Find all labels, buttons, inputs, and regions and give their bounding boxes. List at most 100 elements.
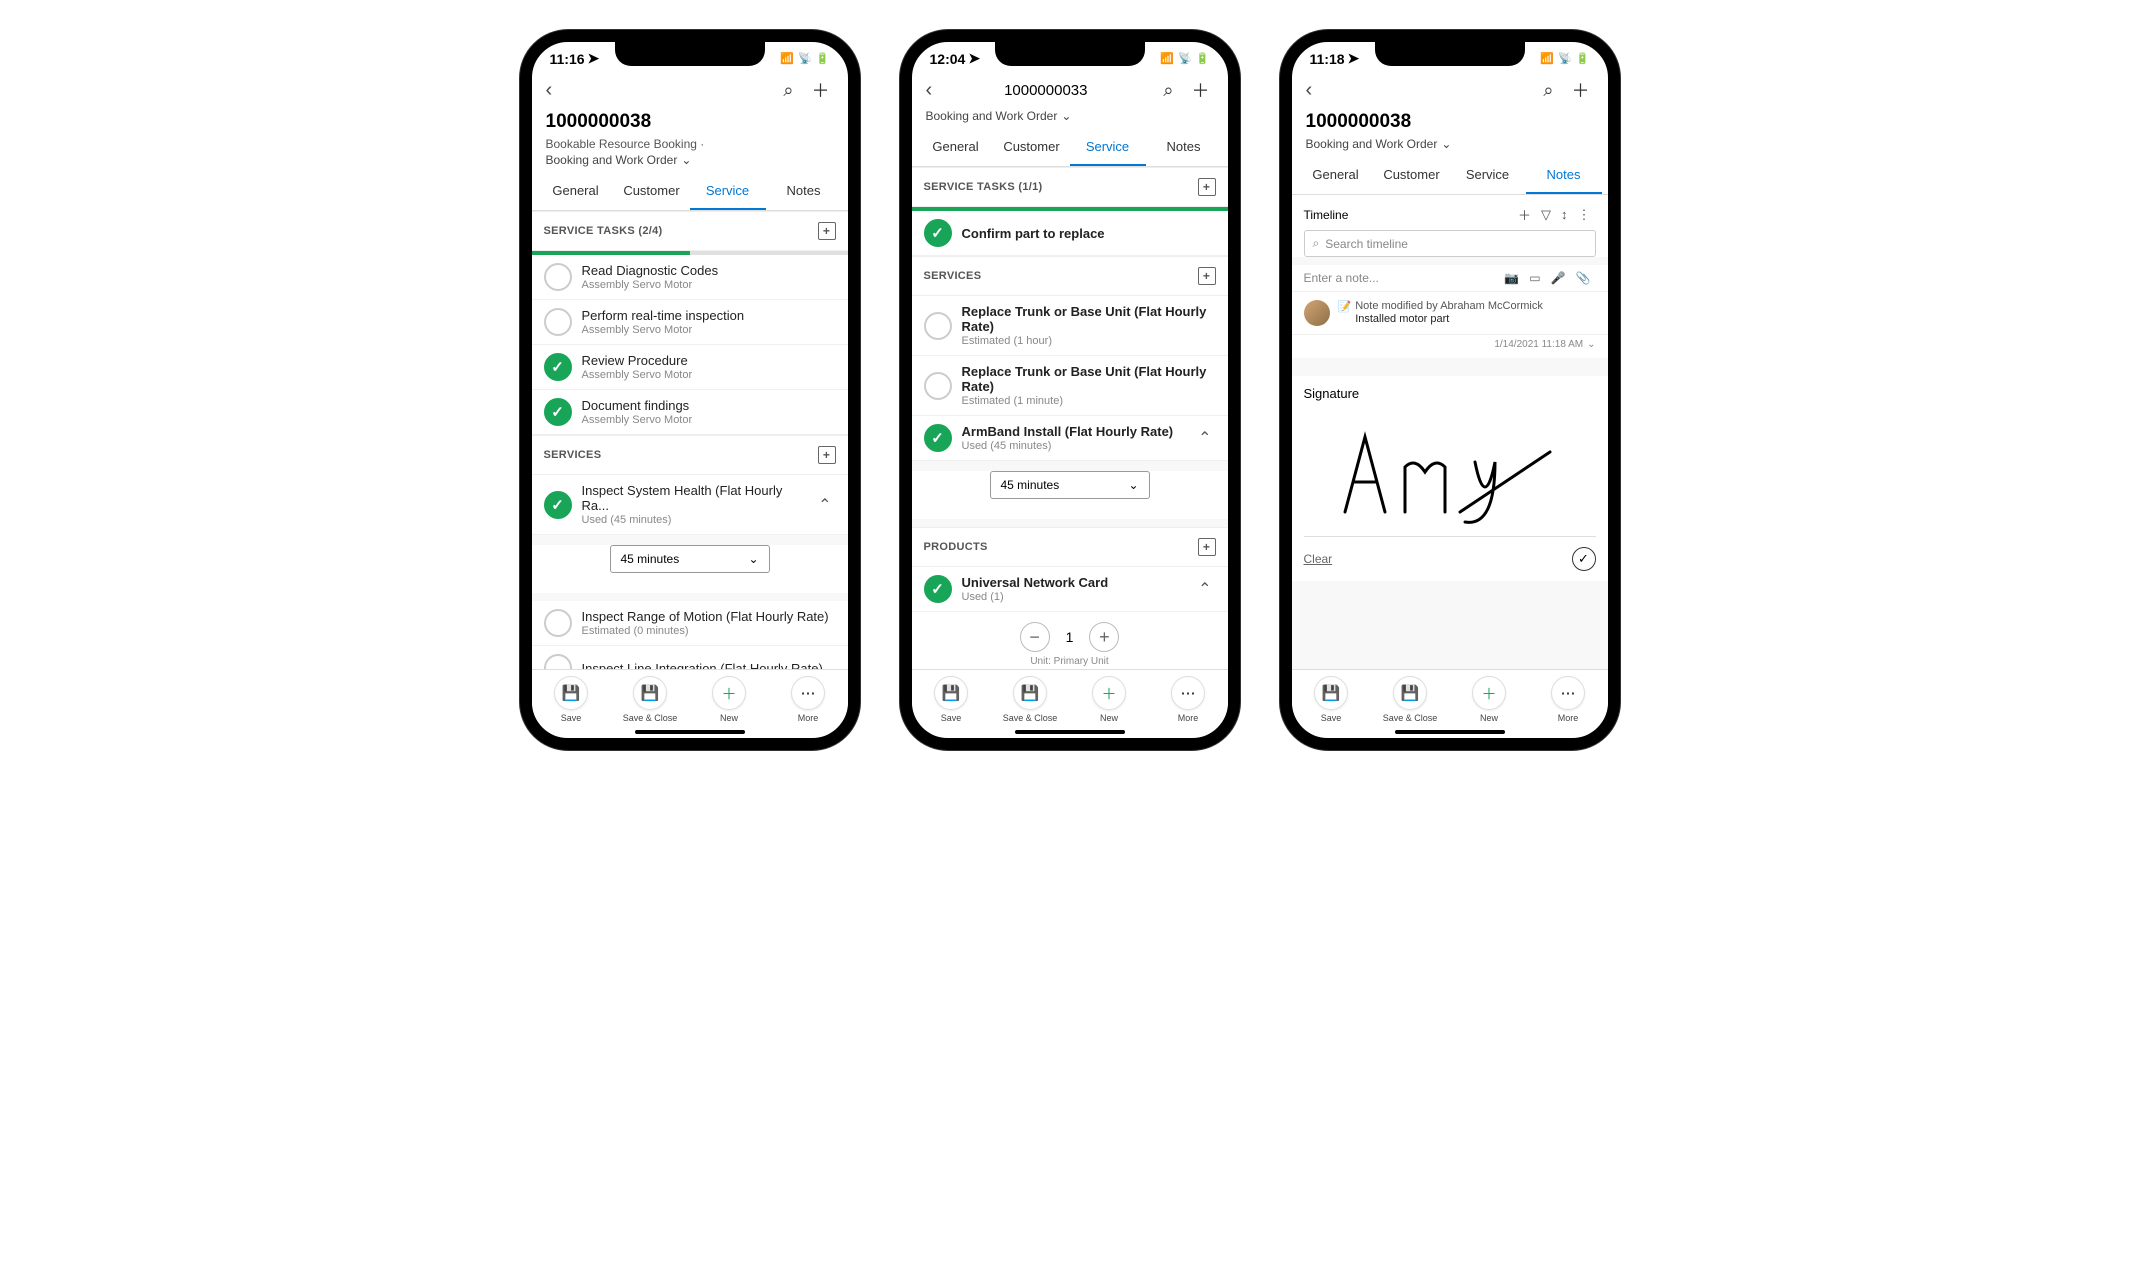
video-icon[interactable]: ▭ [1524,271,1545,285]
task-checkbox[interactable] [544,263,572,291]
add-task-button[interactable]: + [818,222,836,240]
chevron-down-icon[interactable]: ⌄ [1587,339,1595,350]
plus-icon[interactable]: ＋ [808,77,834,103]
form-dropdown[interactable]: Booking and Work Order ⌄ [532,153,848,173]
form-dropdown[interactable]: Booking and Work Order ⌄ [1292,137,1608,157]
service-row[interactable]: Inspect Line Integration (Flat Hourly Ra… [532,646,848,669]
tab-general[interactable]: General [538,173,614,210]
note-entry[interactable]: 📝 Note modified by Abraham McCormick Ins… [1292,292,1608,335]
new-button[interactable]: ＋ New [1070,676,1149,723]
service-checkbox[interactable] [924,372,952,400]
tab-service[interactable]: Service [690,173,766,210]
task-row[interactable]: Read Diagnostic Codes Assembly Servo Mot… [532,255,848,300]
plus-icon[interactable]: ＋ [1568,77,1594,103]
service-checkbox[interactable] [544,609,572,637]
tab-customer[interactable]: Customer [994,129,1070,166]
clear-signature-button[interactable]: Clear [1304,552,1333,566]
more-icon[interactable]: ⋮ [1573,207,1596,223]
tab-notes[interactable]: Notes [1146,129,1222,166]
signal-icon: 📶 [1540,52,1554,65]
add-service-button[interactable]: + [1198,267,1216,285]
task-checkbox[interactable] [544,308,572,336]
more-button[interactable]: ⋯ More [769,676,848,723]
plus-icon[interactable]: ＋ [1188,77,1214,103]
services-header: SERVICES [924,270,982,282]
task-sub: Assembly Servo Motor [582,369,836,381]
note-input[interactable]: Enter a note... 📷 ▭ 🎤 📎 [1292,265,1608,292]
timeline-add-icon[interactable]: ＋ [1513,205,1536,224]
more-button[interactable]: ⋯ More [1149,676,1228,723]
chevron-up-icon[interactable]: ⌃ [814,491,835,519]
product-row[interactable]: Universal Network Card Used (1) ⌃ [912,567,1228,612]
tab-service[interactable]: Service [1450,157,1526,194]
tab-customer[interactable]: Customer [1374,157,1450,194]
status-time: 11:16 [550,51,585,67]
new-button[interactable]: ＋ New [1450,676,1529,723]
save-button[interactable]: 💾 Save [532,676,611,723]
chevron-down-icon: ⌄ [748,552,758,566]
form-dropdown[interactable]: Booking and Work Order ⌄ [912,109,1228,129]
service-checkbox[interactable] [544,491,572,519]
confirm-signature-button[interactable]: ✓ [1572,547,1596,571]
home-indicator[interactable] [1015,730,1125,734]
save-button[interactable]: 💾 Save [912,676,991,723]
search-icon[interactable]: ⌕ [1159,80,1177,101]
unit-label: Unit: Primary Unit [912,656,1228,669]
attach-icon[interactable]: 📎 [1571,271,1596,285]
service-checkbox[interactable] [544,654,572,669]
mic-icon[interactable]: 🎤 [1546,271,1571,285]
chevron-up-icon[interactable]: ⌃ [1194,424,1215,452]
save-close-button[interactable]: 💾 Save & Close [1371,676,1450,723]
back-button[interactable]: ‹ [1306,79,1313,102]
add-product-button[interactable]: + [1198,538,1216,556]
tab-notes[interactable]: Notes [766,173,842,210]
battery-icon: 🔋 [1196,52,1210,65]
tab-notes[interactable]: Notes [1526,157,1602,194]
tab-general[interactable]: General [918,129,994,166]
service-row[interactable]: ArmBand Install (Flat Hourly Rate) Used … [912,416,1228,461]
task-checkbox[interactable] [544,398,572,426]
camera-icon[interactable]: 📷 [1499,271,1524,285]
search-icon[interactable]: ⌕ [1539,80,1557,101]
service-row[interactable]: Inspect Range of Motion (Flat Hourly Rat… [532,601,848,646]
task-checkbox[interactable] [544,353,572,381]
service-checkbox[interactable] [924,312,952,340]
search-icon[interactable]: ⌕ [779,80,797,101]
save-close-button[interactable]: 💾 Save & Close [991,676,1070,723]
duration-dropdown[interactable]: 45 minutes ⌄ [610,545,770,573]
more-button[interactable]: ⋯ More [1529,676,1608,723]
task-row[interactable]: Confirm part to replace [912,211,1228,256]
product-checkbox[interactable] [924,575,952,603]
duration-dropdown[interactable]: 45 minutes ⌄ [990,471,1150,499]
save-close-button[interactable]: 💾 Save & Close [611,676,690,723]
search-timeline-input[interactable]: ⌕ Search timeline [1304,230,1596,257]
service-checkbox[interactable] [924,424,952,452]
tab-customer[interactable]: Customer [614,173,690,210]
sort-icon[interactable]: ↕ [1556,207,1573,222]
add-service-button[interactable]: + [818,446,836,464]
tab-general[interactable]: General [1298,157,1374,194]
signature-canvas[interactable] [1304,407,1596,537]
save-button[interactable]: 💾 Save [1292,676,1371,723]
home-indicator[interactable] [635,730,745,734]
qty-plus-button[interactable]: + [1089,622,1119,652]
back-button[interactable]: ‹ [546,79,553,102]
phone-2: 12:04 ➤ 📶 📡 🔋 ‹ 1000000033 ⌕ ＋ Booking a… [900,30,1240,750]
chevron-up-icon[interactable]: ⌃ [1194,575,1215,603]
qty-minus-button[interactable]: − [1020,622,1050,652]
new-button[interactable]: ＋ New [690,676,769,723]
service-row[interactable]: Inspect System Health (Flat Hourly Ra...… [532,475,848,535]
add-task-button[interactable]: + [1198,178,1216,196]
task-row[interactable]: Document findings Assembly Servo Motor [532,390,848,435]
task-checkbox[interactable] [924,219,952,247]
service-row[interactable]: Replace Trunk or Base Unit (Flat Hourly … [912,296,1228,356]
filter-icon[interactable]: ▽ [1536,207,1556,223]
service-title: ArmBand Install (Flat Hourly Rate) [962,424,1185,439]
task-row[interactable]: Review Procedure Assembly Servo Motor [532,345,848,390]
save-icon: 💾 [1314,676,1348,710]
service-row[interactable]: Replace Trunk or Base Unit (Flat Hourly … [912,356,1228,416]
back-button[interactable]: ‹ [926,79,933,102]
home-indicator[interactable] [1395,730,1505,734]
tab-service[interactable]: Service [1070,129,1146,166]
task-row[interactable]: Perform real-time inspection Assembly Se… [532,300,848,345]
